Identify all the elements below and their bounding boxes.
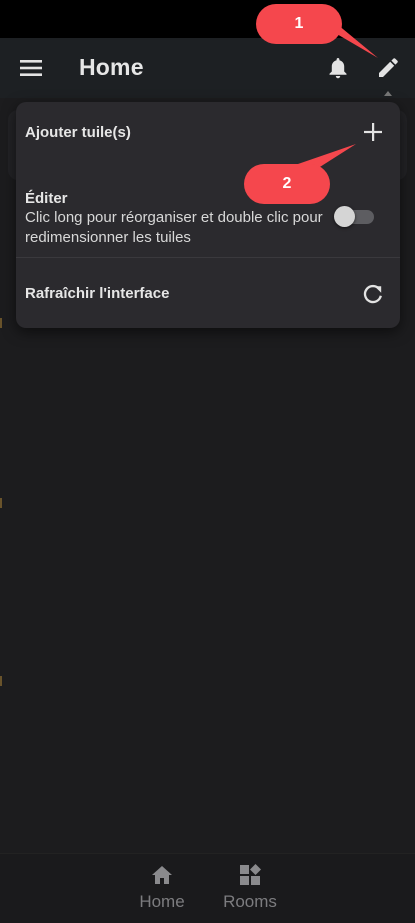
annotation-bubble-1: 1: [256, 4, 342, 44]
edit-mode-toggle[interactable]: [334, 204, 374, 228]
status-bar: [0, 0, 415, 38]
app-screen: Home Ajouter tuile(s) Éditer Clic long p…: [0, 0, 415, 923]
edit-button[interactable]: [372, 52, 404, 84]
refresh-interface-item[interactable]: Rafraîchir l'interface: [16, 268, 400, 328]
edge-marker: [0, 318, 2, 328]
nav-label-rooms: Rooms: [223, 892, 277, 911]
page-title: Home: [79, 54, 144, 80]
nav-item-rooms[interactable]: Rooms: [218, 862, 282, 920]
annotation-bubble-2: 2: [244, 164, 330, 204]
refresh-label: Rafraîchir l'interface: [25, 285, 170, 302]
edit-mode-label: Éditer: [25, 190, 68, 207]
plus-icon[interactable]: [360, 119, 386, 145]
edit-popup-menu: Ajouter tuile(s) Éditer Clic long pour r…: [16, 102, 400, 328]
edge-marker: [0, 676, 2, 686]
edit-mode-description: Clic long pour réorganiser et double cli…: [25, 209, 323, 246]
home-icon: [149, 862, 175, 888]
edit-mode-item[interactable]: Éditer Clic long pour réorganiser et dou…: [16, 176, 400, 258]
bottom-navigation: Home Rooms: [0, 853, 415, 923]
edge-marker: [0, 498, 2, 508]
pencil-icon: [379, 58, 398, 77]
bell-icon: [329, 58, 347, 79]
add-tiles-label: Ajouter tuile(s): [25, 124, 131, 141]
add-tiles-item[interactable]: Ajouter tuile(s): [16, 102, 400, 162]
toggle-knob: [334, 206, 355, 227]
rooms-grid-icon: [237, 862, 263, 888]
refresh-icon[interactable]: [360, 281, 386, 307]
nav-item-home[interactable]: Home: [134, 862, 190, 920]
menu-button[interactable]: [14, 54, 48, 82]
menu-arrow-indicator: [384, 91, 392, 96]
hamburger-icon: [20, 60, 42, 76]
notifications-button[interactable]: [322, 52, 354, 84]
app-bar: Home: [0, 38, 415, 98]
nav-label-home: Home: [139, 892, 185, 911]
